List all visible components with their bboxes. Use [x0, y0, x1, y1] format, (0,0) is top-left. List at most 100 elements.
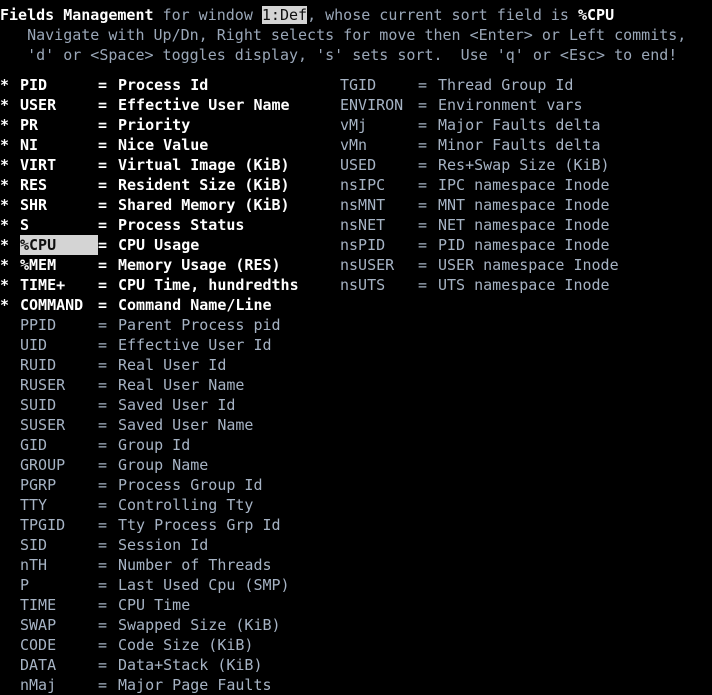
field-equals-separator: =: [418, 256, 428, 274]
field-row[interactable]: * USER = Effective User Name: [0, 95, 299, 115]
field-name[interactable]: TTY: [20, 495, 98, 515]
field-name[interactable]: S: [20, 215, 98, 235]
field-description: Command Name/Line: [118, 296, 272, 314]
field-row[interactable]: CODE = Code Size (KiB): [0, 635, 299, 655]
field-row[interactable]: vMn = Minor Faults delta: [320, 135, 619, 155]
field-row[interactable]: nMaj = Major Page Faults: [0, 675, 299, 695]
field-disabled-blank-icon: [0, 635, 20, 655]
field-name[interactable]: ENVIRON: [340, 95, 418, 115]
field-name[interactable]: nsMNT: [340, 195, 418, 215]
field-row[interactable]: PGRP = Process Group Id: [0, 475, 299, 495]
field-description: MNT namespace Inode: [438, 196, 610, 214]
field-row[interactable]: DATA = Data+Stack (KiB): [0, 655, 299, 675]
field-equals-separator: =: [98, 576, 108, 594]
field-row[interactable]: TGID = Thread Group Id: [320, 75, 619, 95]
field-name[interactable]: GID: [20, 435, 98, 455]
header-for-window-label: for window: [153, 6, 262, 24]
field-row[interactable]: SWAP = Swapped Size (KiB): [0, 615, 299, 635]
field-description: Last Used Cpu (SMP): [118, 576, 290, 594]
field-name[interactable]: nsIPC: [340, 175, 418, 195]
field-name[interactable]: nMaj: [20, 675, 98, 695]
field-row[interactable]: * %CPU = CPU Usage: [0, 235, 299, 255]
field-row[interactable]: TPGID = Tty Process Grp Id: [0, 515, 299, 535]
field-row[interactable]: * PID = Process Id: [0, 75, 299, 95]
field-name[interactable]: nsPID: [340, 235, 418, 255]
field-name[interactable]: RUSER: [20, 375, 98, 395]
field-name[interactable]: nTH: [20, 555, 98, 575]
field-row[interactable]: * %MEM = Memory Usage (RES): [0, 255, 299, 275]
field-name[interactable]: UID: [20, 335, 98, 355]
field-row[interactable]: nTH = Number of Threads: [0, 555, 299, 575]
field-name[interactable]: RUID: [20, 355, 98, 375]
field-name[interactable]: vMj: [340, 115, 418, 135]
field-name[interactable]: TIME: [20, 595, 98, 615]
field-row[interactable]: P = Last Used Cpu (SMP): [0, 575, 299, 595]
help-line-toggles: 'd' or <Space> toggles display, 's' sets…: [0, 46, 678, 64]
field-row[interactable]: SID = Session Id: [0, 535, 299, 555]
field-description: IPC namespace Inode: [438, 176, 610, 194]
field-name[interactable]: CODE: [20, 635, 98, 655]
field-name[interactable]: TGID: [340, 75, 418, 95]
field-row[interactable]: nsMNT = MNT namespace Inode: [320, 195, 619, 215]
field-row[interactable]: TTY = Controlling Tty: [0, 495, 299, 515]
field-row[interactable]: nsUTS = UTS namespace Inode: [320, 275, 619, 295]
field-name[interactable]: SWAP: [20, 615, 98, 635]
field-name[interactable]: PID: [20, 75, 98, 95]
field-row[interactable]: * VIRT = Virtual Image (KiB): [0, 155, 299, 175]
field-row[interactable]: UID = Effective User Id: [0, 335, 299, 355]
field-row[interactable]: ENVIRON = Environment vars: [320, 95, 619, 115]
field-name[interactable]: NI: [20, 135, 98, 155]
field-row[interactable]: * PR = Priority: [0, 115, 299, 135]
field-name[interactable]: PPID: [20, 315, 98, 335]
field-name[interactable]: USER: [20, 95, 98, 115]
field-name[interactable]: DATA: [20, 655, 98, 675]
field-row[interactable]: GROUP = Group Name: [0, 455, 299, 475]
field-row[interactable]: RUID = Real User Id: [0, 355, 299, 375]
field-name[interactable]: PGRP: [20, 475, 98, 495]
field-row[interactable]: * NI = Nice Value: [0, 135, 299, 155]
field-name[interactable]: SUSER: [20, 415, 98, 435]
field-name[interactable]: SHR: [20, 195, 98, 215]
field-row[interactable]: vMj = Major Faults delta: [320, 115, 619, 135]
field-row[interactable]: * SHR = Shared Memory (KiB): [0, 195, 299, 215]
field-name[interactable]: nsUTS: [340, 275, 418, 295]
field-name[interactable]: %MEM: [20, 255, 98, 275]
field-name[interactable]: GROUP: [20, 455, 98, 475]
current-window-badge[interactable]: 1:Def: [261, 6, 308, 24]
field-row[interactable]: PPID = Parent Process pid: [0, 315, 299, 335]
field-name[interactable]: USED: [340, 155, 418, 175]
field-row[interactable]: SUSER = Saved User Name: [0, 415, 299, 435]
field-name[interactable]: TIME+: [20, 275, 98, 295]
field-name[interactable]: P: [20, 575, 98, 595]
field-equals-separator: =: [98, 656, 108, 674]
field-row[interactable]: RUSER = Real User Name: [0, 375, 299, 395]
field-equals-separator: =: [98, 116, 108, 134]
field-name[interactable]: PR: [20, 115, 98, 135]
field-row[interactable]: GID = Group Id: [0, 435, 299, 455]
field-name[interactable]: vMn: [340, 135, 418, 155]
field-row[interactable]: USED = Res+Swap Size (KiB): [320, 155, 619, 175]
field-name[interactable]: RES: [20, 175, 98, 195]
field-name[interactable]: SID: [20, 535, 98, 555]
field-row[interactable]: SUID = Saved User Id: [0, 395, 299, 415]
field-name[interactable]: SUID: [20, 395, 98, 415]
field-name[interactable]: COMMAND: [20, 295, 98, 315]
field-description: CPU Usage: [118, 236, 200, 254]
field-row[interactable]: * COMMAND = Command Name/Line: [0, 295, 299, 315]
field-row[interactable]: TIME = CPU Time: [0, 595, 299, 615]
field-disabled-blank-icon: [0, 655, 20, 675]
field-row[interactable]: nsPID = PID namespace Inode: [320, 235, 619, 255]
field-row[interactable]: * S = Process Status: [0, 215, 299, 235]
field-name[interactable]: %CPU: [20, 235, 98, 255]
field-row[interactable]: * RES = Resident Size (KiB): [0, 175, 299, 195]
field-name[interactable]: nsNET: [340, 215, 418, 235]
field-row[interactable]: * TIME+ = CPU Time, hundredths: [0, 275, 299, 295]
field-row[interactable]: nsUSER = USER namespace Inode: [320, 255, 619, 275]
field-name[interactable]: VIRT: [20, 155, 98, 175]
field-disabled-blank-icon: [320, 95, 340, 115]
field-description: Saved User Name: [118, 416, 254, 434]
field-row[interactable]: nsIPC = IPC namespace Inode: [320, 175, 619, 195]
field-row[interactable]: nsNET = NET namespace Inode: [320, 215, 619, 235]
field-name[interactable]: nsUSER: [340, 255, 418, 275]
field-name[interactable]: TPGID: [20, 515, 98, 535]
